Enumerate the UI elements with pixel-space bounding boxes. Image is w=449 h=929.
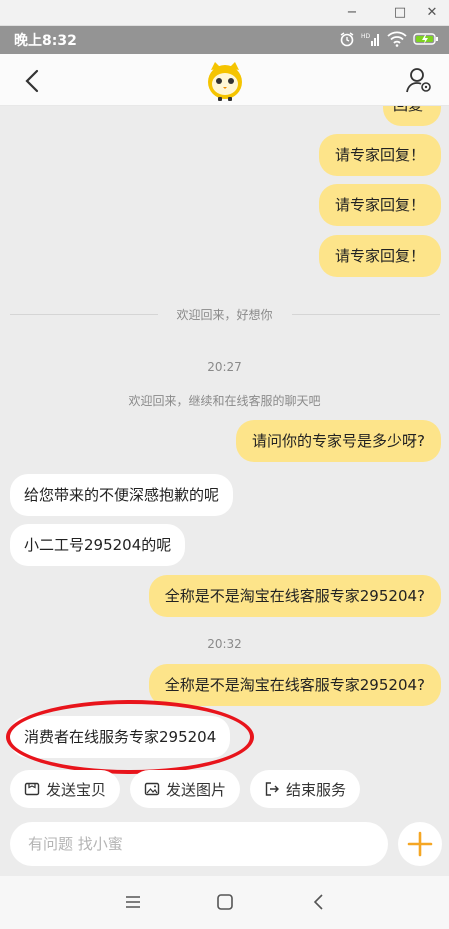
status-bar: 晚上8:32 HD — [0, 26, 449, 54]
alarm-icon — [340, 32, 354, 47]
battery-charging-icon — [413, 33, 438, 45]
message-bubble-mine: 全称是不是淘宝在线客服专家295204? — [148, 575, 441, 617]
send-image-label: 发送图片 — [166, 780, 227, 799]
message-text: 回复 — [393, 106, 423, 114]
message-text: 给您带来的不便深感抱歉的呢 — [24, 486, 220, 504]
message-bubble-agent: 小二工号295204的呢 — [10, 524, 186, 566]
end-service-label: 结束服务 — [286, 780, 347, 799]
message-bubble-mine: 请专家回复！ — [318, 134, 441, 176]
plus-button[interactable] — [398, 822, 442, 866]
exit-icon — [265, 782, 279, 796]
end-service-button[interactable]: 结束服务 — [250, 770, 361, 808]
highlight-circle — [6, 700, 254, 774]
message-text: 全称是不是淘宝在线客服专家295204? — [164, 587, 425, 605]
product-box-icon — [24, 782, 40, 796]
send-image-button[interactable]: 发送图片 — [130, 770, 241, 808]
chat-header — [0, 54, 449, 106]
message-text: 全称是不是淘宝在线客服专家295204? — [164, 676, 425, 694]
close-button[interactable]: ✕ — [415, 0, 449, 26]
message-bubble-agent: 给您带来的不便深感抱歉的呢 — [10, 474, 234, 516]
message-text: 请专家回复！ — [334, 146, 425, 164]
send-product-label: 发送宝贝 — [46, 780, 107, 799]
navigation-bar — [0, 876, 449, 929]
hd-signal-icon: HD — [361, 33, 379, 46]
message-bubble-mine: 全称是不是淘宝在线客服专家295204? — [148, 664, 441, 706]
message-text: 请问你的专家号是多少呀? — [252, 432, 425, 450]
nav-back-icon[interactable] — [306, 890, 332, 914]
message-bubble-mine: 请专家回复！ — [318, 184, 441, 226]
home-square-icon[interactable] — [212, 890, 238, 914]
message-text: 请专家回复！ — [334, 196, 425, 214]
maximize-button[interactable]: □ — [383, 0, 417, 26]
window-title-bar: − □ ✕ — [0, 0, 449, 26]
wifi-icon — [387, 31, 407, 47]
input-bar — [0, 814, 449, 876]
message-bubble-mine: 请专家回复！ — [318, 235, 441, 277]
timestamp: 20:27 — [207, 360, 242, 374]
chevron-left-icon[interactable] — [18, 66, 48, 96]
message-text: 小二工号295204的呢 — [24, 536, 172, 554]
minimize-button[interactable]: − — [335, 0, 369, 26]
image-icon — [144, 782, 160, 796]
send-product-button[interactable]: 发送宝贝 — [10, 770, 121, 808]
svg-text:HD: HD — [361, 33, 371, 40]
timestamp: 20:32 — [207, 637, 242, 651]
menu-icon[interactable] — [120, 890, 146, 914]
message-input[interactable] — [10, 822, 388, 866]
message-text: 请专家回复！ — [334, 247, 425, 265]
divider-line — [292, 314, 440, 315]
welcome-text: 欢迎回来，继续和在线客服的聊天吧 — [128, 394, 321, 408]
plus-icon — [407, 831, 433, 857]
user-settings-icon[interactable] — [405, 66, 433, 94]
xiaomi-mascot-icon — [208, 62, 242, 101]
message-bubble-mine: 请问你的专家号是多少呀? — [236, 420, 441, 462]
message-bubble-mine: 回复 — [383, 106, 441, 126]
status-time: 晚上8:32 — [14, 33, 77, 49]
